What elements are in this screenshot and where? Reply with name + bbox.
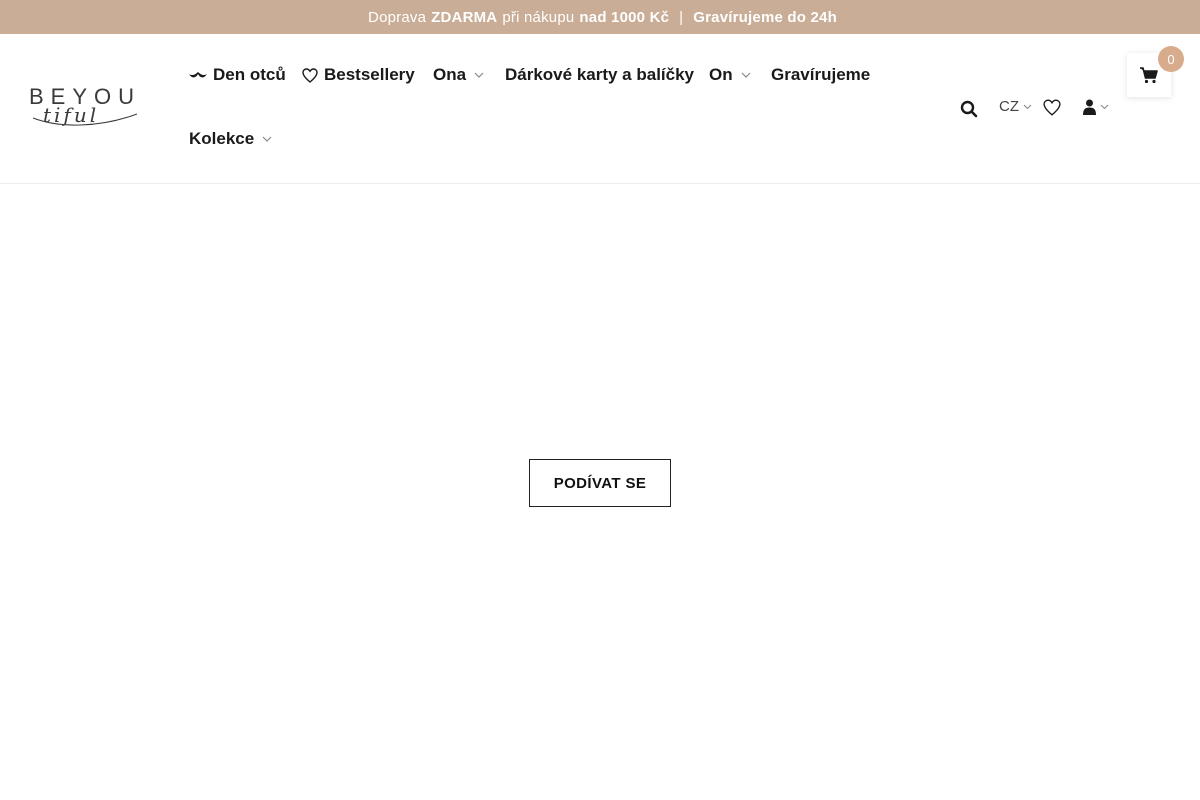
nav-item-label: Dárkové karty a balíčky: [505, 65, 695, 84]
nav-item-label: Ona: [433, 65, 467, 84]
nav-item-darkove-karty[interactable]: Dárkové karty a balíčky: [505, 63, 694, 87]
site-header: BEYOU tiful Den otců Bestsellery Ona Dár…: [0, 34, 1200, 184]
nav-item-label: Gravírujeme: [771, 65, 871, 84]
podivat-se-button[interactable]: PODÍVAT SE: [529, 459, 671, 507]
nav-item-on[interactable]: On: [709, 63, 751, 87]
free-shipping-text: ZDARMA: [431, 8, 498, 26]
user-icon: [1083, 99, 1096, 115]
cart-count-badge: 0: [1158, 46, 1184, 72]
language-label: CZ: [999, 98, 1019, 115]
cart-icon: [1140, 66, 1158, 84]
language-selector[interactable]: CZ: [999, 98, 1032, 115]
engraving-text: Gravírujeme do 24h: [693, 8, 837, 26]
search-icon[interactable]: [960, 100, 978, 118]
nav-item-den-otcu[interactable]: Den otců: [189, 63, 286, 87]
purchase-text: při nákupu: [502, 8, 575, 26]
nav-item-label: Kolekce: [189, 129, 255, 148]
chevron-down-icon: [741, 72, 751, 78]
site-logo[interactable]: BEYOU tiful: [29, 84, 145, 134]
announcement-bar: Doprava ZDARMA při nákupu nad 1000 Kč | …: [0, 0, 1200, 34]
wishlist-icon[interactable]: [1043, 99, 1061, 116]
announcement-separator: |: [679, 8, 684, 26]
shipping-text: Doprava: [368, 8, 427, 26]
chevron-down-icon: [1100, 104, 1109, 110]
nav-item-gravirujeme[interactable]: Gravírujeme: [771, 63, 870, 87]
chevron-down-icon: [1023, 104, 1032, 110]
nav-item-ona[interactable]: Ona: [433, 63, 484, 87]
nav-item-label: On: [709, 65, 733, 84]
nav-item-label: Den otců: [213, 65, 286, 84]
nav-item-label: Bestsellery: [324, 65, 415, 84]
chevron-down-icon: [262, 136, 272, 142]
threshold-text: nad 1000 Kč: [579, 8, 670, 26]
chevron-down-icon: [474, 72, 484, 78]
account-menu[interactable]: [1083, 99, 1109, 115]
nav-item-kolekce[interactable]: Kolekce: [189, 127, 272, 151]
mustache-icon: [189, 71, 207, 79]
logo-graphic: BEYOU tiful: [29, 84, 138, 127]
heart-icon: [302, 67, 318, 83]
nav-item-bestsellery[interactable]: Bestsellery: [302, 63, 415, 87]
